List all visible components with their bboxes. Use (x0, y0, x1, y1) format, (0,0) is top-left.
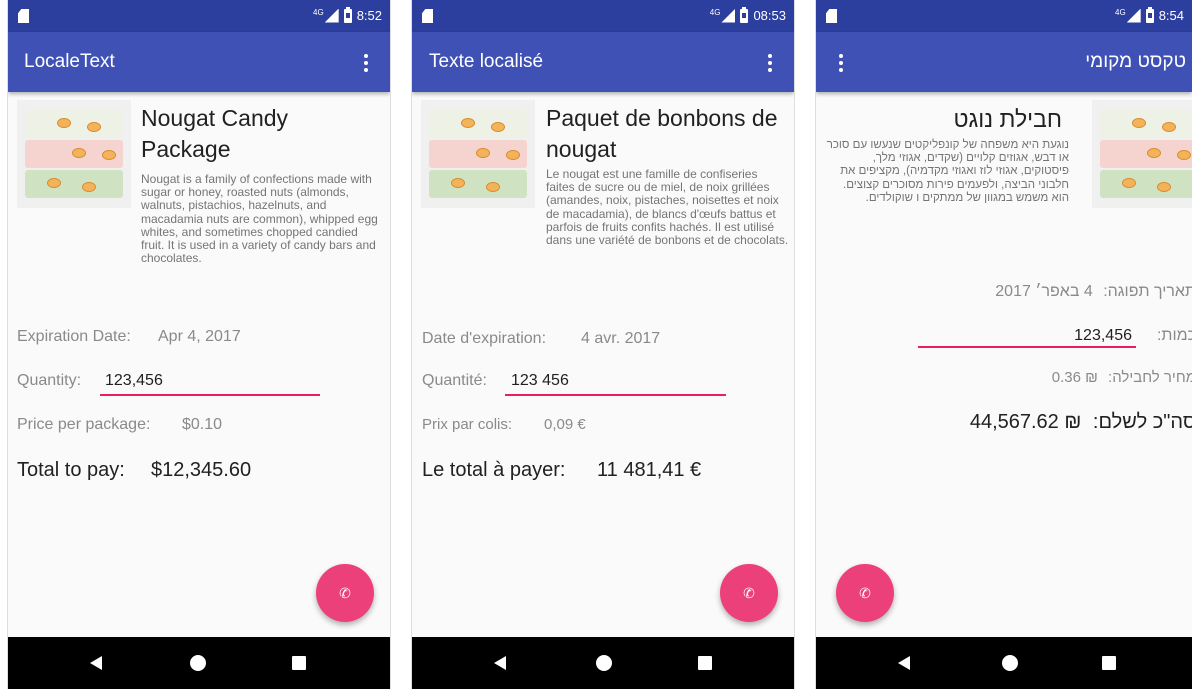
price-value: ₪ 0.36 (1051, 369, 1098, 386)
product-title: Paquet de bonbons de nougat (546, 105, 778, 162)
app-bar: LocaleText (8, 32, 390, 92)
sd-card-icon (826, 9, 837, 23)
phone-screen-french: 4G 08:53 Texte localisé Paquet de bonbon… (411, 0, 795, 689)
quantity-input-underline (918, 346, 1136, 348)
signal-icon (721, 8, 736, 23)
overflow-menu-icon[interactable] (762, 52, 778, 74)
quantity-input-underline (100, 394, 320, 396)
total-row: סה"כ לשלם: ₪ 44,567.62 (836, 411, 1192, 434)
home-icon[interactable] (1002, 655, 1018, 671)
price-row: מחיר לחבילה: ₪ 0.36 (896, 369, 1192, 386)
product-description: Le nougat est une famille de confiseries… (546, 167, 789, 248)
status-bar: 4G 8:52 (8, 0, 390, 32)
navigation-bar (412, 637, 794, 689)
price-label: Prix par colis: (422, 416, 513, 433)
nougat-image (17, 100, 131, 208)
price-value: 0,09 € (544, 416, 586, 433)
app-bar: טקסט מקומי (816, 32, 1192, 92)
back-icon[interactable] (898, 656, 910, 670)
price-value: $0.10 (182, 416, 223, 433)
quantity-label: כמות: (1156, 327, 1192, 344)
product-description: נוגעת היא משפחה של קונפליקטים שנעשו עם ס… (826, 139, 1069, 204)
expiration-label: Expiration Date: (17, 328, 131, 345)
app-title: טקסט מקומי (1085, 51, 1186, 72)
status-time: 8:52 (356, 8, 382, 23)
recents-icon[interactable] (292, 656, 306, 670)
quantity-label: Quantity: (17, 372, 82, 389)
quantity-input[interactable]: 123,456 (1074, 327, 1132, 345)
quantity-label: Quantité: (422, 372, 487, 389)
product-title: Nougat Candy Package (141, 105, 289, 162)
expiration-label: Date d'expiration: (422, 330, 547, 347)
total-value: $12,345.60 (151, 459, 252, 481)
recents-icon[interactable] (698, 656, 712, 670)
nougat-image (1092, 100, 1192, 208)
app-title: LocaleText (24, 51, 115, 72)
nougat-image (421, 100, 535, 208)
price-label: Price per package: (17, 416, 151, 433)
overflow-menu-icon[interactable] (358, 52, 374, 74)
call-fab-button[interactable]: ✆ (836, 564, 894, 622)
total-value: 11 481,41 € (597, 459, 702, 481)
phone-icon: ✆ (859, 584, 871, 601)
navigation-bar (8, 637, 390, 689)
back-icon[interactable] (494, 656, 506, 670)
recents-icon[interactable] (1102, 656, 1116, 670)
phone-screen-english: 4G 8:52 LocaleText Nougat Candy Package … (7, 0, 391, 689)
status-time: 08:53 (753, 8, 786, 23)
status-time: 8:54 (1158, 8, 1184, 23)
network-type: 4G (313, 8, 324, 17)
phone-icon: ✆ (339, 584, 351, 601)
home-icon[interactable] (190, 655, 206, 671)
product-description: Nougat is a family of confections made w… (141, 172, 378, 266)
price-label: מחיר לחבילה: (1108, 369, 1192, 386)
quantity-input[interactable]: 123 456 (511, 372, 569, 390)
back-icon[interactable] (90, 656, 102, 670)
quantity-input[interactable]: 123,456 (105, 372, 163, 390)
signal-icon (1126, 8, 1141, 23)
expiration-row: תאריך תפוגה: 4 באפר׳ 2017 (856, 283, 1192, 301)
app-title: Texte localisé (429, 51, 544, 72)
home-icon[interactable] (596, 655, 612, 671)
product-title: חבילת נוגט (953, 106, 1062, 132)
total-label: Le total à payer: (422, 459, 566, 481)
phone-screen-hebrew: 4G 8:54 טקסט מקומי חבילת נוגט נוגעת היא … (815, 0, 1192, 689)
status-bar: 4G 8:54 (816, 0, 1192, 32)
sd-card-icon (18, 9, 29, 23)
expiration-label: תאריך תפוגה: (1103, 283, 1192, 300)
sd-card-icon (422, 9, 433, 23)
app-bar: Texte localisé (412, 32, 794, 92)
call-fab-button[interactable]: ✆ (720, 564, 778, 622)
navigation-bar (816, 637, 1192, 689)
network-type: 4G (1115, 8, 1126, 17)
network-type: 4G (709, 8, 721, 17)
expiration-value: Apr 4, 2017 (158, 328, 241, 345)
phone-icon: ✆ (743, 584, 755, 601)
battery-icon (1145, 6, 1154, 23)
signal-icon (324, 8, 339, 23)
expiration-value: 4 באפר׳ 2017 (995, 283, 1093, 300)
total-label: Total to pay: (17, 459, 125, 481)
status-bar: 4G 08:53 (412, 0, 794, 32)
call-fab-button[interactable]: ✆ (316, 564, 374, 622)
total-value: ₪ 44,567.62 (969, 411, 1082, 433)
total-label: סה"כ לשלם: (1092, 411, 1192, 433)
quantity-input-underline (505, 394, 726, 396)
battery-icon (740, 6, 749, 23)
battery-icon (343, 6, 352, 23)
overflow-menu-icon[interactable] (833, 52, 849, 74)
expiration-value: 4 avr. 2017 (581, 330, 661, 347)
